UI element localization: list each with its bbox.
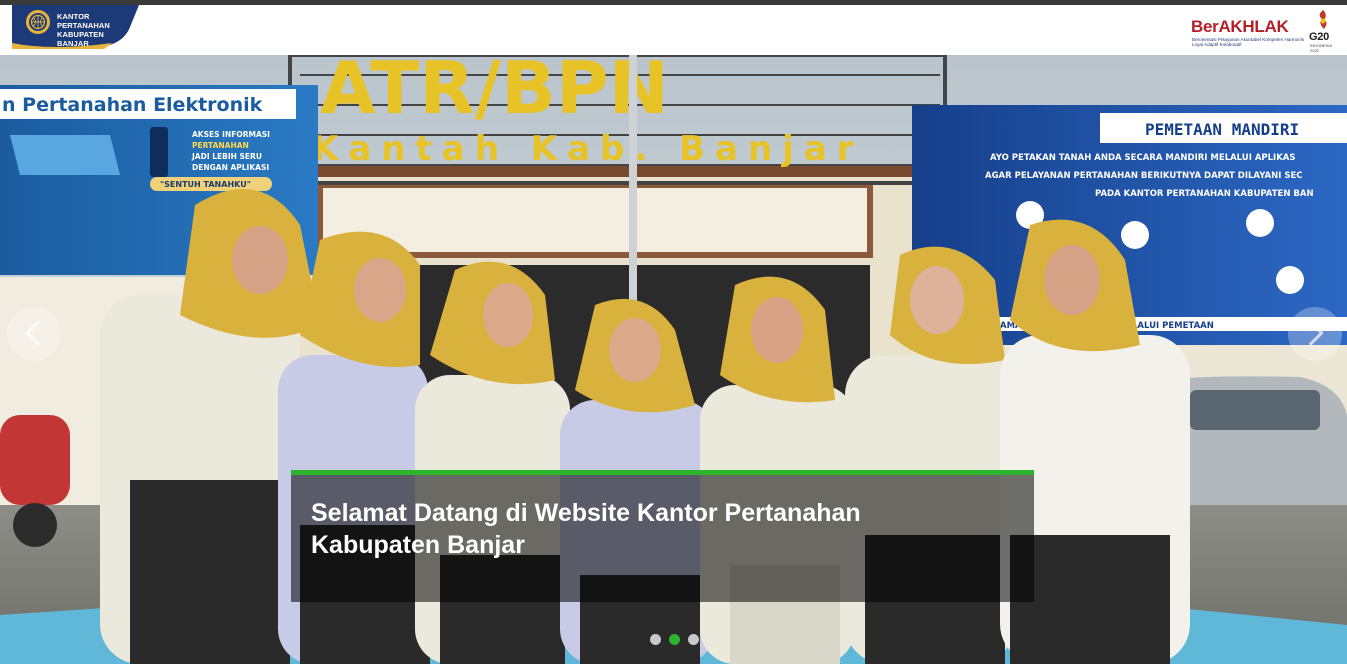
berakhlak-wordmark: BerAKHLAK	[1191, 17, 1289, 36]
left-banner-app: "SENTUH TANAHKU"	[160, 180, 251, 189]
berakhlak-badge: BerAKHLAK Berorientasi Pelayanan Akuntab…	[1189, 9, 1339, 55]
left-banner-title: n Pertanahan Elektronik	[2, 94, 263, 116]
slide-caption-box: Selamat Datang di Website Kantor Pertana…	[291, 470, 1034, 602]
hero-carousel[interactable]: ATR/BPN Kantah Kab. Banjar n Pertanahan …	[0, 55, 1347, 664]
site-logo[interactable]: KANTOR PERTANAHAN KABUPATEN BANJAR	[12, 5, 139, 49]
sign-atr-bpn: ATR/BPN	[320, 55, 669, 130]
g20-sub: INDONESIA 2022	[1310, 43, 1333, 53]
chevron-right-icon	[1298, 320, 1324, 346]
org-name: KANTOR PERTANAHAN KABUPATEN BANJAR	[57, 12, 137, 48]
right-banner-title: PEMETAAN MANDIRI	[1145, 120, 1299, 139]
svg-text:PADA KANTOR PERTANAHAN KABUPAT: PADA KANTOR PERTANAHAN KABUPATEN BAN	[1095, 189, 1314, 199]
carousel-dot-2[interactable]	[669, 634, 680, 645]
svg-text:JADI LEBIH SERU: JADI LEBIH SERU	[191, 152, 262, 161]
left-banner-sub: AKSES INFORMASI	[192, 130, 270, 139]
berakhlak-tagline: Berorientasi Pelayanan Akuntabel Kompete…	[1192, 37, 1305, 48]
svg-text:AGAR PELAYANAN PERTANAHAN BERI: AGAR PELAYANAN PERTANAHAN BERIKUTNYA DAP…	[985, 171, 1303, 181]
carousel-dot-3[interactable]	[688, 634, 699, 645]
carousel-prev-button[interactable]	[7, 307, 61, 361]
g20-emblem-icon	[1319, 10, 1327, 29]
g20-label: G20	[1309, 31, 1329, 43]
chevron-left-icon	[25, 320, 51, 346]
carousel-dot-1[interactable]	[650, 634, 661, 645]
svg-text:DENGAN APLIKASI: DENGAN APLIKASI	[192, 163, 269, 172]
svg-text:PERTANAHAN: PERTANAHAN	[192, 141, 249, 150]
site-header: KANTOR PERTANAHAN KABUPATEN BANJAR BerAK…	[0, 5, 1347, 55]
org-name-line1: KANTOR PERTANAHAN	[57, 12, 110, 30]
svg-text:AYO PETAKAN TANAH ANDA SECARA: AYO PETAKAN TANAH ANDA SECARA MANDIRI ME…	[990, 153, 1296, 163]
slide-caption-title: Selamat Datang di Website Kantor Pertana…	[311, 499, 861, 559]
carousel-indicators	[650, 634, 700, 646]
org-name-line2: KABUPATEN BANJAR	[57, 30, 104, 48]
carousel-next-button[interactable]	[1288, 307, 1342, 361]
g20-logo: G20 INDONESIA 2022	[1309, 9, 1339, 55]
sign-kantah: Kantah Kab. Banjar	[312, 129, 864, 169]
